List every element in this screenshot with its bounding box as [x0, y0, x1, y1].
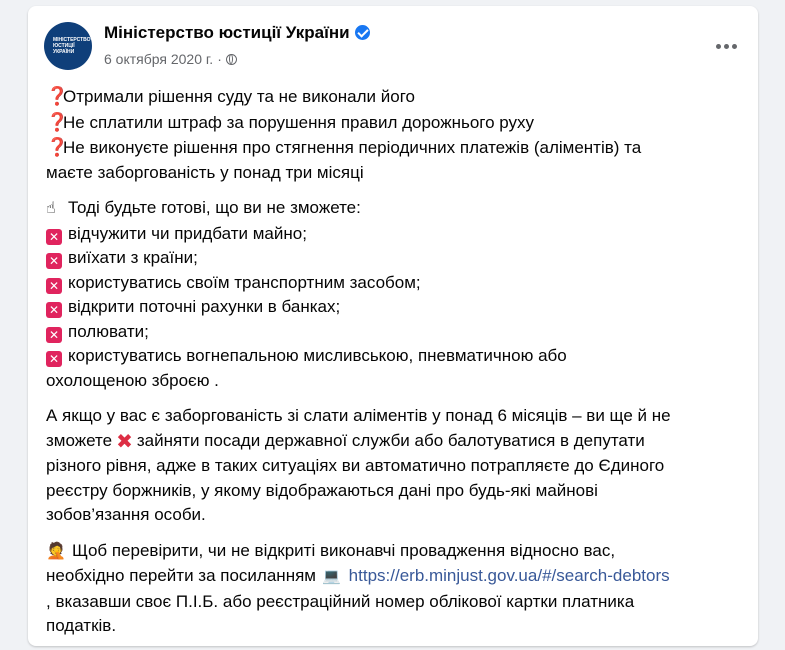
restrictions-paragraph: ☝ Тоді будьте готові, що ви не зможете: ✕… [46, 196, 746, 393]
pointing-finger-icon: ☝ [46, 200, 56, 217]
restriction-item: відкрити поточні рахунки в банках; [68, 297, 341, 316]
restriction-item: користуватись вогнепальною мисливською, … [68, 346, 567, 365]
check-paragraph: 🤦 Щоб перевірити, чи не відкриті виконавч… [46, 539, 746, 639]
avatar-logo-text: МІНІСТЕРСТВО ЮСТИЦІЇ УКРАЇНИ [53, 37, 91, 55]
cross-mark-icon: ✖ [116, 430, 133, 453]
verified-badge-icon [354, 25, 370, 40]
cross-mark-icon: ✕ [46, 302, 62, 318]
question-icon: ❓ [46, 137, 69, 157]
intro-line: маєте заборгованість у понад три місяці [46, 162, 364, 182]
intro-paragraph: ❓Отримали рішення суду та не виконали йо… [46, 84, 746, 185]
restriction-item: полювати; [68, 321, 149, 341]
alimony-line: зайняти посади державної служби або бало… [136, 430, 645, 450]
check-line: , вказавши своє П.І.Б. або реєстраційний… [46, 591, 635, 611]
dot-icon [715, 43, 721, 49]
globe-icon [225, 53, 237, 65]
question-icon: ❓ [46, 86, 69, 106]
laptop-icon: 💻 [321, 568, 341, 585]
intro-line: Не сплатили штраф за порушення правил до… [63, 112, 535, 132]
alimony-line: А якщо у вас є заборгованість зі слати а… [46, 406, 671, 425]
page-avatar[interactable]: МІНІСТЕРСТВО ЮСТИЦІЇ УКРАЇНИ [44, 22, 92, 70]
question-icon: ❓ [46, 111, 69, 132]
post-body: ❓Отримали рішення суду та не виконали йо… [46, 84, 746, 650]
page-name[interactable]: Міністерство юстиції України [104, 23, 370, 43]
restriction-item: користуватись своїм транспортним засобом… [68, 272, 421, 292]
dot-icon [731, 43, 737, 49]
intro-line: Не виконуєте рішення про стягнення періо… [63, 138, 642, 157]
cross-mark-icon: ✕ [46, 253, 62, 269]
restrictions-heading: Тоді будьте готові, що ви не зможете: [68, 198, 361, 217]
alimony-paragraph: А якщо у вас є заборгованість зі слати а… [46, 404, 746, 528]
dot-icon [723, 43, 729, 49]
intro-line: Отримали рішення суду та не виконали йог… [63, 87, 416, 106]
post-date[interactable]: 6 октября 2020 г. [104, 51, 213, 67]
meta-separator: · [217, 51, 222, 67]
check-line: необхідно перейти за посиланням [46, 566, 316, 585]
alimony-line: зобов’язання особи. [46, 505, 206, 524]
cross-mark-icon: ✕ [46, 351, 62, 367]
check-line: Щоб перевірити, чи не відкриті виконавчі… [72, 540, 616, 560]
facepalm-icon: 🤦 [46, 542, 66, 560]
cross-mark-icon: ✕ [46, 228, 62, 245]
page-name-text[interactable]: Міністерство юстиції України [104, 23, 350, 42]
restriction-item: відчужити чи придбати майно; [68, 223, 307, 243]
check-line: податків. [46, 616, 117, 635]
cross-mark-icon: ✕ [46, 277, 62, 294]
restriction-item-continuation: охолощеною зброєю . [46, 370, 219, 390]
post-card: МІНІСТЕРСТВО ЮСТИЦІЇ УКРАЇНИ Міністерств… [28, 6, 758, 646]
alimony-line: реєстру боржників, у якому відображаютьс… [46, 480, 598, 500]
alimony-line: зможете [46, 430, 113, 450]
alimony-line: різного рівня, адже в таких ситуаціях ви… [46, 456, 665, 475]
more-options-button[interactable] [708, 28, 744, 64]
post-meta: 6 октября 2020 г. · [104, 51, 237, 67]
cross-mark-icon: ✕ [46, 326, 62, 343]
debtors-registry-link[interactable]: https://erb.minjust.gov.ua/#/search-debt… [349, 566, 670, 585]
restriction-item: виїхати з країни; [68, 248, 198, 267]
